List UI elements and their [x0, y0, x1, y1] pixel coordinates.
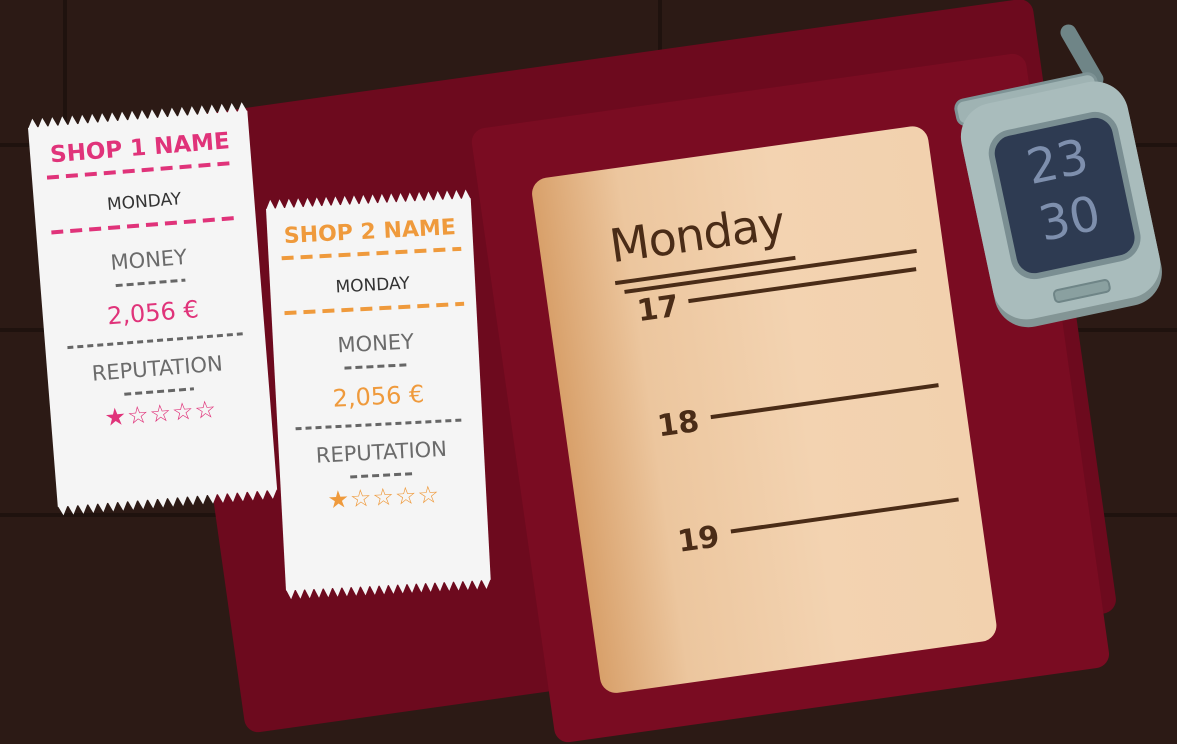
phone-screen: 23 30: [984, 107, 1145, 284]
star-filled-icon: ★: [326, 485, 351, 515]
star-empty-icon: ☆: [394, 481, 419, 511]
hour-label: 19: [675, 519, 722, 560]
star-empty-icon: ☆: [126, 400, 151, 431]
money-value: 2,056 €: [331, 379, 425, 413]
money-label: MONEY: [109, 244, 188, 275]
divider: [294, 418, 465, 431]
divider: [343, 363, 410, 370]
hour-slot-line[interactable]: [730, 497, 959, 534]
shop-1-receipt[interactable]: SHOP 1 NAME MONDAY MONEY 2,056 € REPUTAT…: [28, 102, 278, 516]
divider: [115, 278, 186, 288]
star-empty-icon: ☆: [349, 483, 374, 513]
planner-page[interactable]: Monday 17 18 19: [530, 124, 999, 695]
day-label: MONDAY: [335, 273, 411, 298]
star-empty-icon: ☆: [416, 480, 441, 510]
star-filled-icon: ★: [103, 402, 129, 432]
star-empty-icon: ☆: [148, 398, 174, 429]
hour-slot-line[interactable]: [688, 267, 917, 304]
star-empty-icon: ☆: [371, 482, 396, 512]
shop-2-receipt[interactable]: SHOP 2 NAME MONDAY MONEY 2,056 € REPUTAT…: [266, 189, 491, 600]
divider: [124, 387, 195, 396]
reputation-stars: ★☆☆☆☆: [281, 478, 487, 517]
divider: [349, 472, 416, 479]
hour-label: 18: [655, 404, 702, 445]
reputation-label: REPUTATION: [315, 436, 448, 468]
money-label: MONEY: [336, 329, 415, 358]
star-empty-icon: ☆: [170, 396, 196, 427]
divider: [283, 301, 464, 316]
phone-speaker: [1052, 278, 1112, 304]
hour-label: 17: [634, 288, 682, 330]
star-empty-icon: ☆: [193, 395, 219, 425]
hour-slot-line[interactable]: [710, 383, 939, 420]
reputation-stars: ★☆☆☆☆: [50, 391, 272, 436]
